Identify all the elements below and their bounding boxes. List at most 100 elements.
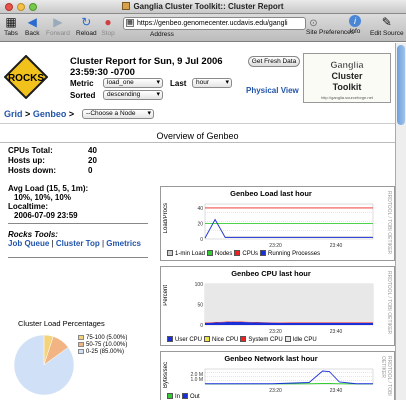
stop-button[interactable]: ● Stop	[101, 15, 115, 37]
report-header: ROCKS Cluster Report for Sun, 9 Jul 2006…	[0, 43, 395, 107]
pie-legend-label: 0-25 (85.00%)	[86, 349, 125, 355]
sorted-select[interactable]: descending	[103, 90, 163, 100]
y-tick-label: 100	[195, 282, 204, 288]
localtime-label: Localtime:	[8, 202, 49, 211]
browser-toolbar: ▦ Tabs ◀ Back ▶ Forward ↻ Reload ● Stop ▦ http…	[0, 14, 406, 42]
cpu-graph-credit: RRDTOOL / TOBI OETIKER	[386, 271, 392, 335]
edit-source-icon: ✎	[381, 15, 392, 29]
legend-swatch	[207, 250, 214, 256]
metric-label: Metric	[70, 79, 94, 88]
legend-swatch	[167, 393, 173, 399]
load-graph-credit: RRDTOOL / TOBI OETIKER	[386, 191, 392, 255]
legend-label: System CPU	[248, 337, 283, 343]
load-graph-title: Genbeo Load last hour	[230, 189, 312, 198]
legend-swatch	[78, 342, 84, 347]
breadcrumb: Grid > Genbeo >	[4, 109, 75, 119]
rocks-tools-title: Rocks Tools:	[8, 230, 58, 239]
legend-label: CPUs	[242, 251, 259, 257]
back-arrow-icon: ◀	[27, 15, 37, 29]
last-select[interactable]: hour	[192, 78, 232, 88]
legend-label: 1-min Load	[175, 251, 206, 257]
forward-button[interactable]: ▶ Forward	[46, 15, 70, 37]
load-graph-ylabel: Load/Procs	[163, 203, 169, 234]
network-graph-title: Genbeo Network last hour	[224, 354, 318, 363]
stat-row: Hosts up: 20	[8, 156, 97, 165]
legend-swatch	[167, 336, 173, 342]
legend-label: User CPU	[175, 337, 203, 343]
legend-swatch	[284, 336, 291, 342]
legend-swatch	[204, 336, 211, 342]
tabs-icon: ▦	[5, 15, 17, 29]
report-title: Cluster Report for Sun, 9 Jul 2006	[70, 56, 223, 67]
cpu-graph-ylabel: Percent	[163, 285, 169, 306]
site-preferences-button[interactable]: Site Preferences	[306, 29, 354, 36]
ganglia-toolkit-logo: Ganglia Cluster Toolkit http://ganglia.s…	[303, 53, 391, 103]
x-tick-label: 23:20	[269, 243, 282, 248]
load-graph-legend: 1-min Load Nodes CPUs Running Processes	[165, 250, 320, 257]
node-select[interactable]: --Choose a Node	[82, 109, 154, 119]
get-fresh-data-button[interactable]: Get Fresh Data	[248, 56, 300, 67]
vertical-scrollbar[interactable]	[395, 43, 406, 400]
grid-link[interactable]: Grid	[4, 109, 23, 119]
scrollbar-thumb[interactable]	[397, 45, 405, 125]
svg-text:http://ganglia.sourceforge.net: http://ganglia.sourceforge.net	[321, 95, 374, 100]
address-field[interactable]: ▦ https://genbeo.genomecenter.ucdavis.edu…	[123, 17, 306, 30]
y-tick-label: 0	[200, 323, 203, 329]
x-tick-label: 23:20	[269, 329, 282, 334]
y-tick-label: 0	[200, 237, 203, 243]
cluster-top-link[interactable]: Cluster Top	[56, 239, 100, 248]
x-tick-label: 23:40	[330, 243, 343, 248]
svg-text:Cluster: Cluster	[331, 71, 363, 81]
metric-select[interactable]: load_one	[103, 78, 163, 88]
pie-chart-title: Cluster Load Percentages	[18, 319, 105, 328]
divider	[8, 223, 148, 224]
svg-text:Ganglia: Ganglia	[330, 60, 364, 70]
network-graph-ylabel: Bytes/sec	[163, 362, 169, 389]
pie-legend-item: 0-25 (85.00%)	[78, 349, 127, 356]
svg-text:Toolkit: Toolkit	[333, 82, 362, 92]
forward-arrow-icon: ▶	[53, 15, 63, 29]
pie-legend: 75-100 (5.00%) 50-75 (10.00%) 0-25 (85.00%…	[78, 335, 127, 356]
physical-view-link[interactable]: Physical View	[246, 86, 299, 95]
pie-legend-item: 50-75 (10.00%)	[78, 342, 127, 349]
network-graph-plot: 2.0 M1.0 M23:20 23:40	[190, 368, 374, 393]
series-area	[205, 284, 373, 323]
tabs-button[interactable]: ▦ Tabs	[4, 15, 18, 37]
y-tick-label: 20	[197, 221, 203, 227]
legend-swatch	[78, 349, 84, 354]
avg-load-label: Avg Load (15, 5, 1m):	[8, 184, 89, 193]
back-button[interactable]: ◀ Back	[25, 15, 39, 37]
stop-icon: ●	[104, 15, 112, 29]
y-tick-label: 40	[197, 206, 203, 212]
report-time: 23:59:30 -0700	[70, 67, 135, 78]
job-queue-link[interactable]: Job Queue	[8, 239, 49, 248]
legend-label: In	[175, 394, 181, 400]
overview-title: Overview of Genbeo	[0, 130, 395, 143]
page-favicon-icon	[122, 2, 131, 10]
legend-swatch	[182, 393, 189, 399]
legend-swatch	[167, 250, 173, 256]
sorted-label: Sorted	[70, 91, 96, 100]
gmetrics-link[interactable]: Gmetrics	[106, 239, 141, 248]
divider	[8, 257, 148, 258]
reload-button[interactable]: ↻ Reload	[76, 15, 97, 37]
load-graph-plot: 40 20 0 23:20 23:40	[197, 203, 374, 248]
legend-swatch	[234, 250, 241, 256]
cluster-link[interactable]: Genbeo	[33, 109, 67, 119]
edit-source-button[interactable]: ✎ Edit Source	[370, 15, 404, 37]
legend-label: Nodes	[215, 251, 233, 257]
window-title: Ganglia Cluster Toolkit:: Cluster Report	[133, 2, 284, 11]
load-graph[interactable]: Genbeo Load last hour Load/Procs RRDTOOL…	[160, 186, 395, 261]
avg-load-value: 10%, 10%, 10%	[14, 193, 71, 202]
pie-legend-label: 75-100 (5.00%)	[86, 335, 128, 341]
cluster-load-pie-chart	[13, 334, 75, 396]
pie-legend-label: 50-75 (10.00%)	[86, 342, 128, 348]
x-tick-label: 23:40	[330, 329, 343, 334]
rocks-logo: ROCKS	[4, 55, 48, 99]
legend-swatch	[260, 250, 267, 256]
network-graph-credit: RRDTOOL / TOBI OETIKER	[380, 356, 392, 396]
info-button[interactable]: i Info	[349, 15, 361, 35]
network-graph[interactable]: Genbeo Network last hour Bytes/sec RRDTO…	[160, 351, 395, 400]
cpu-graph[interactable]: Genbeo CPU last hour Percent RRDTOOL / T…	[160, 266, 395, 346]
legend-label: Nice CPU	[212, 337, 239, 343]
